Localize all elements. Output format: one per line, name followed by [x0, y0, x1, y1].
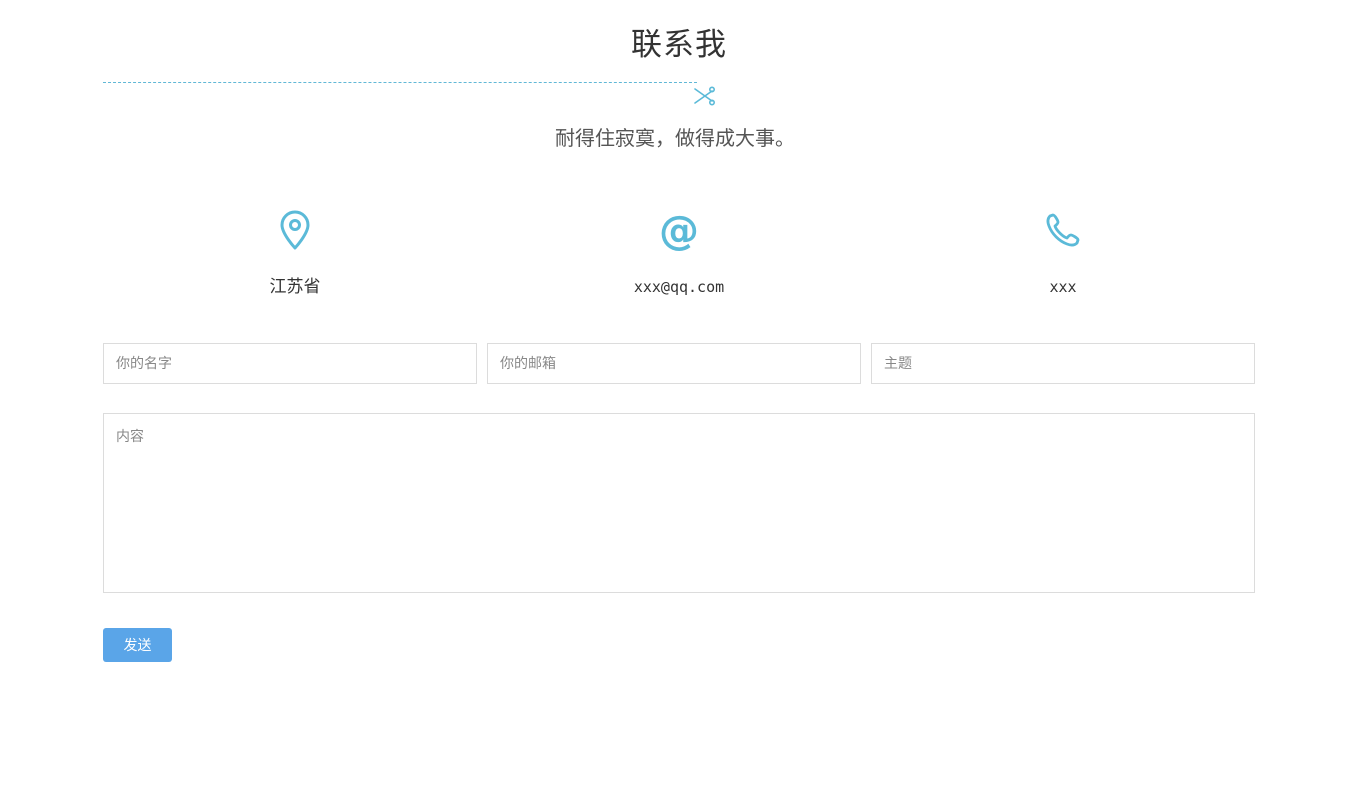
scissors-icon [694, 86, 715, 106]
contact-phone: xxx [963, 208, 1163, 298]
page-title: 联系我 [631, 27, 727, 63]
email-text: xxx@qq.com [633, 278, 725, 296]
svg-text:@: @ [659, 208, 699, 252]
email-input[interactable] [487, 343, 861, 384]
contact-email: @ xxx@qq.com [579, 208, 779, 298]
address-text: 江苏省 [269, 277, 321, 297]
page-subtitle: 耐得住寂寞，做得成大事。 [555, 126, 795, 150]
subject-input[interactable] [871, 343, 1255, 384]
at-sign-icon: @ [659, 208, 699, 252]
location-pin-icon [280, 210, 310, 250]
phone-icon [1046, 213, 1080, 247]
name-input[interactable] [103, 343, 477, 384]
dashed-divider [103, 82, 697, 83]
phone-text: xxx [1049, 278, 1077, 296]
contact-address: 江苏省 [195, 208, 395, 298]
contact-page: 联系我 耐得住寂寞，做得成大事。 江苏省 @ xxx@qq.com xxx 你的… [0, 0, 1350, 792]
send-button[interactable]: 发送 [103, 628, 172, 662]
content-textarea[interactable] [103, 413, 1255, 593]
